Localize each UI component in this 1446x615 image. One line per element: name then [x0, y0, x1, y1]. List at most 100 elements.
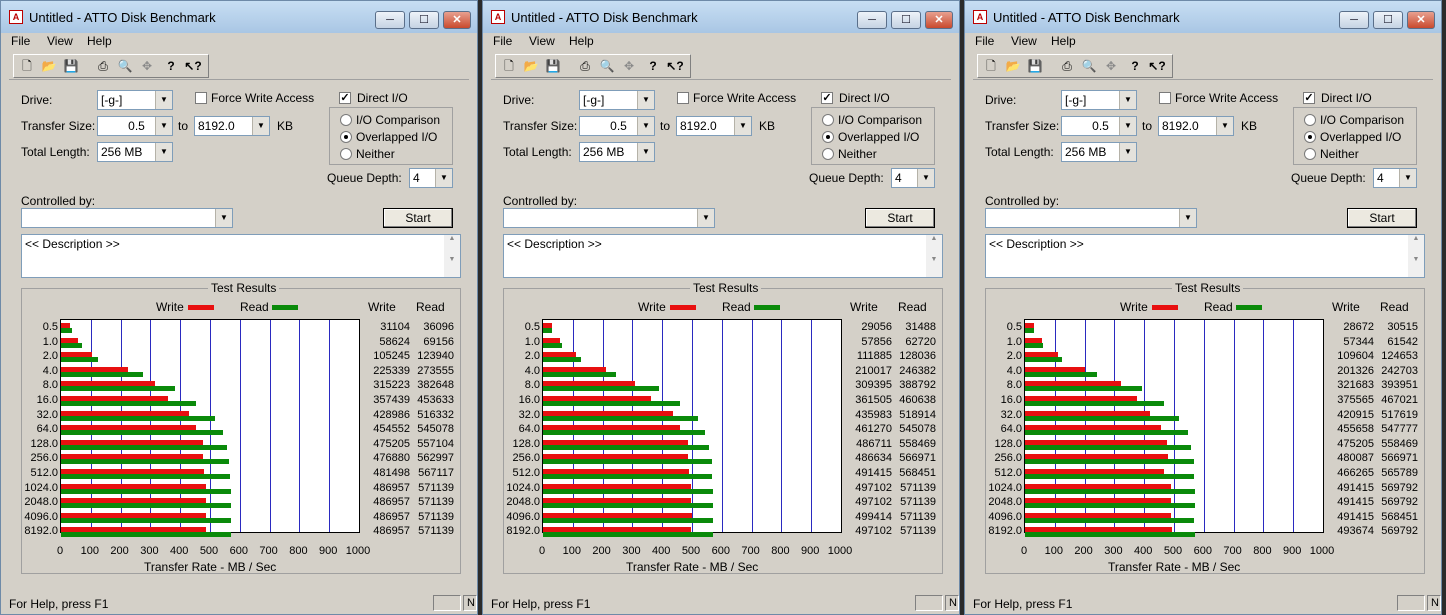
transfer-to-select[interactable]: 8192.0 ▼ — [676, 116, 752, 136]
overlapped-io-radio[interactable] — [822, 131, 834, 143]
title-bar[interactable]: A Untitled - ATTO Disk Benchmark ─ ☐ ✕ — [483, 1, 959, 33]
chevron-down-icon[interactable]: ▼ — [215, 209, 232, 227]
menu-view[interactable]: View — [47, 34, 73, 48]
chevron-down-icon[interactable]: ▼ — [1119, 143, 1136, 161]
total-length-select[interactable]: 256 MB ▼ — [97, 142, 173, 162]
chevron-down-icon[interactable]: ▼ — [155, 143, 172, 161]
transfer-from-select[interactable]: 0.5 ▼ — [1061, 116, 1137, 136]
print-preview-icon[interactable]: 🔍 — [596, 56, 618, 76]
maximize-button[interactable]: ☐ — [891, 11, 921, 29]
save-icon[interactable]: 💾 — [542, 56, 564, 76]
direct-io-checkbox[interactable]: ✓ — [1303, 92, 1315, 104]
transfer-to-select[interactable]: 8192.0 ▼ — [1158, 116, 1234, 136]
queue-depth-select[interactable]: 4 ▼ — [891, 168, 935, 188]
menu-help[interactable]: Help — [1051, 34, 1076, 48]
chevron-down-icon[interactable]: ▼ — [637, 91, 654, 109]
chevron-down-icon[interactable]: ▼ — [697, 209, 714, 227]
title-bar[interactable]: A Untitled - ATTO Disk Benchmark ─ ☐ ✕ — [965, 1, 1441, 33]
chevron-down-icon[interactable]: ▼ — [734, 117, 751, 135]
chevron-down-icon[interactable]: ▼ — [1216, 117, 1233, 135]
io-comparison-radio[interactable] — [822, 114, 834, 126]
drive-select[interactable]: [-g-] ▼ — [97, 90, 173, 110]
io-comparison-radio[interactable] — [340, 114, 352, 126]
minimize-button[interactable]: ─ — [375, 11, 405, 29]
force-write-checkbox[interactable] — [1159, 92, 1171, 104]
context-help-icon[interactable]: ↖? — [1146, 56, 1168, 76]
start-button[interactable]: Start — [865, 208, 935, 228]
start-button[interactable]: Start — [383, 208, 453, 228]
print-icon[interactable]: ⎙ — [1056, 56, 1078, 76]
maximize-button[interactable]: ☐ — [409, 11, 439, 29]
new-icon[interactable]: 🗋 — [980, 56, 1002, 76]
neither-radio[interactable] — [340, 148, 352, 160]
chevron-down-icon[interactable]: ▼ — [637, 117, 654, 135]
help-icon[interactable]: ? — [1124, 56, 1146, 76]
io-comparison-radio[interactable] — [1304, 114, 1316, 126]
force-write-checkbox[interactable] — [195, 92, 207, 104]
chevron-down-icon[interactable]: ▼ — [1179, 209, 1196, 227]
close-button[interactable]: ✕ — [443, 11, 471, 29]
help-icon[interactable]: ? — [160, 56, 182, 76]
controlled-by-select[interactable]: ▼ — [503, 208, 715, 228]
direct-io-checkbox[interactable]: ✓ — [339, 92, 351, 104]
menu-help[interactable]: Help — [87, 34, 112, 48]
drive-select[interactable]: [-g-] ▼ — [1061, 90, 1137, 110]
print-preview-icon[interactable]: 🔍 — [1078, 56, 1100, 76]
overlapped-io-radio[interactable] — [1304, 131, 1316, 143]
controlled-by-select[interactable]: ▼ — [985, 208, 1197, 228]
menu-file[interactable]: File — [975, 34, 994, 48]
transfer-from-select[interactable]: 0.5 ▼ — [97, 116, 173, 136]
open-icon[interactable]: 📂 — [1002, 56, 1024, 76]
chevron-down-icon[interactable]: ▼ — [917, 169, 934, 187]
chevron-down-icon[interactable]: ▼ — [637, 143, 654, 161]
minimize-button[interactable]: ─ — [857, 11, 887, 29]
close-button[interactable]: ✕ — [1407, 11, 1435, 29]
chevron-down-icon[interactable]: ▼ — [1399, 169, 1416, 187]
chevron-down-icon[interactable]: ▼ — [1119, 91, 1136, 109]
transfer-from-select[interactable]: 0.5 ▼ — [579, 116, 655, 136]
context-help-icon[interactable]: ↖? — [182, 56, 204, 76]
minimize-button[interactable]: ─ — [1339, 11, 1369, 29]
title-bar[interactable]: A Untitled - ATTO Disk Benchmark ─ ☐ ✕ — [1, 1, 477, 33]
direct-io-checkbox[interactable]: ✓ — [821, 92, 833, 104]
print-preview-icon[interactable]: 🔍 — [114, 56, 136, 76]
menu-view[interactable]: View — [529, 34, 555, 48]
save-icon[interactable]: 💾 — [60, 56, 82, 76]
transfer-to-select[interactable]: 8192.0 ▼ — [194, 116, 270, 136]
context-help-icon[interactable]: ↖? — [664, 56, 686, 76]
start-button[interactable]: Start — [1347, 208, 1417, 228]
maximize-button[interactable]: ☐ — [1373, 11, 1403, 29]
description-scrollbar[interactable]: ▲ ▼ — [444, 235, 460, 277]
open-icon[interactable]: 📂 — [520, 56, 542, 76]
new-icon[interactable]: 🗋 — [16, 56, 38, 76]
print-icon[interactable]: ⎙ — [92, 56, 114, 76]
chevron-down-icon[interactable]: ▼ — [155, 91, 172, 109]
chevron-down-icon[interactable]: ▼ — [252, 117, 269, 135]
help-icon[interactable]: ? — [642, 56, 664, 76]
total-length-select[interactable]: 256 MB ▼ — [579, 142, 655, 162]
chevron-down-icon[interactable]: ▼ — [435, 169, 452, 187]
queue-depth-select[interactable]: 4 ▼ — [1373, 168, 1417, 188]
new-icon[interactable]: 🗋 — [498, 56, 520, 76]
close-button[interactable]: ✕ — [925, 11, 953, 29]
total-length-select[interactable]: 256 MB ▼ — [1061, 142, 1137, 162]
overlapped-io-radio[interactable] — [340, 131, 352, 143]
open-icon[interactable]: 📂 — [38, 56, 60, 76]
neither-radio[interactable] — [1304, 148, 1316, 160]
queue-depth-select[interactable]: 4 ▼ — [409, 168, 453, 188]
print-icon[interactable]: ⎙ — [574, 56, 596, 76]
chevron-down-icon[interactable]: ▼ — [155, 117, 172, 135]
menu-file[interactable]: File — [11, 34, 30, 48]
description-scrollbar[interactable]: ▲ ▼ — [1408, 235, 1424, 277]
description-box[interactable]: << Description >> ▲ ▼ — [21, 234, 461, 278]
description-box[interactable]: << Description >> ▲ ▼ — [985, 234, 1425, 278]
neither-radio[interactable] — [822, 148, 834, 160]
save-icon[interactable]: 💾 — [1024, 56, 1046, 76]
controlled-by-select[interactable]: ▼ — [21, 208, 233, 228]
drive-select[interactable]: [-g-] ▼ — [579, 90, 655, 110]
menu-view[interactable]: View — [1011, 34, 1037, 48]
menu-help[interactable]: Help — [569, 34, 594, 48]
menu-file[interactable]: File — [493, 34, 512, 48]
force-write-checkbox[interactable] — [677, 92, 689, 104]
description-box[interactable]: << Description >> ▲ ▼ — [503, 234, 943, 278]
